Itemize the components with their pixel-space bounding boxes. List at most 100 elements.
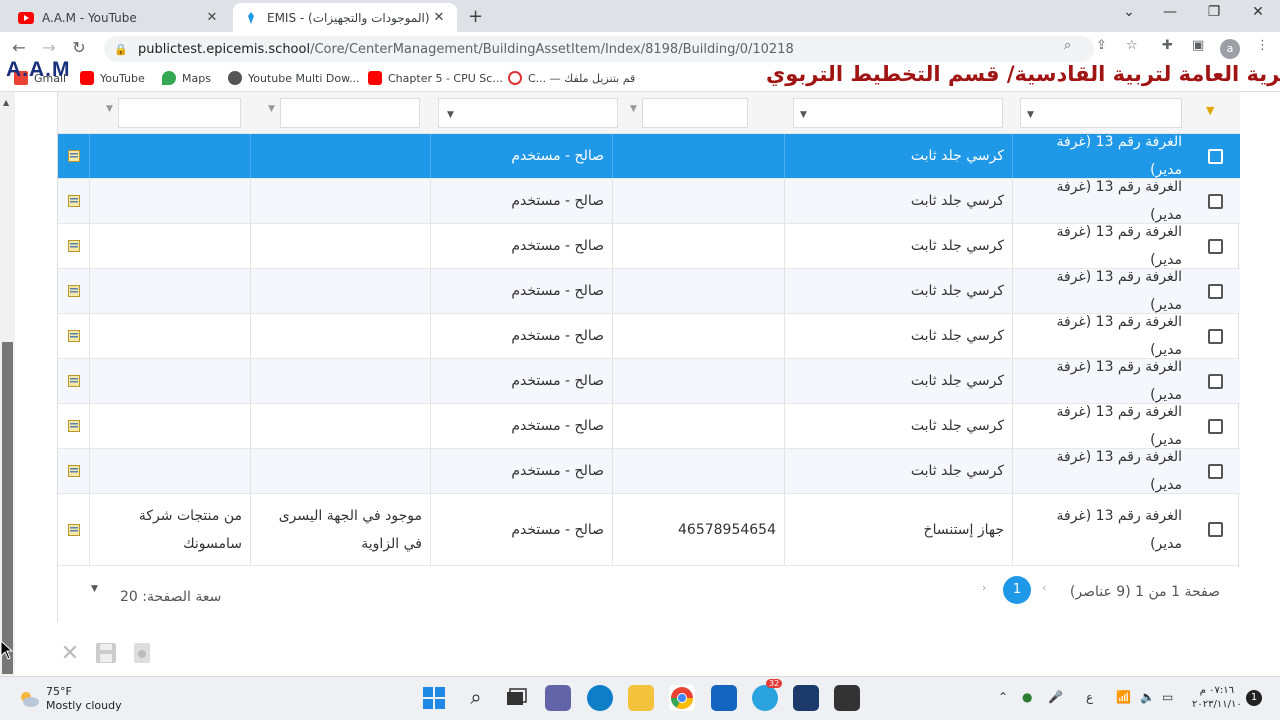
table-row[interactable]: الغرفة رقم 13 (غرفة مدير) جهاز إستنساخ 465… — [58, 494, 1240, 566]
tab-emis[interactable]: EMIS - (الموجودات والتجهيزات) ول... ✕ — [233, 3, 457, 32]
volume-icon[interactable]: 🔈 — [1140, 690, 1155, 704]
bookmark-youtube-multi[interactable]: Youtube Multi Dow... — [228, 71, 360, 85]
bookmark-chapter5[interactable]: Chapter 5 - CPU Sc... — [368, 71, 503, 85]
row-checkbox[interactable] — [1190, 134, 1240, 178]
edit-row-icon[interactable] — [58, 134, 89, 178]
close-tab-icon[interactable]: ✕ — [431, 10, 447, 25]
share-icon[interactable]: ⇪ — [1096, 38, 1107, 53]
page-button-1[interactable]: 1 — [1003, 576, 1031, 604]
filter-serial[interactable] — [642, 98, 748, 128]
row-checkbox[interactable] — [1190, 269, 1240, 313]
scrollbar-thumb[interactable] — [2, 342, 13, 674]
start-button[interactable] — [421, 685, 447, 711]
row-checkbox[interactable] — [1190, 359, 1240, 403]
reload-button[interactable]: ↻ — [68, 38, 90, 57]
edge-icon[interactable] — [587, 685, 613, 711]
edit-row-icon[interactable] — [58, 314, 89, 358]
tray-chevron-icon[interactable]: ⌃ — [998, 690, 1008, 704]
filter-location[interactable]: ▼ — [1020, 98, 1182, 128]
new-tab-button[interactable]: + — [468, 6, 483, 27]
edit-row-icon[interactable] — [58, 359, 89, 403]
row-checkbox[interactable] — [1190, 494, 1240, 565]
filter-funnel-icon[interactable]: ▼ — [268, 104, 275, 114]
weather-temp: 75°F — [46, 685, 72, 698]
language-indicator[interactable]: ع — [1086, 690, 1093, 704]
cell-location: الغرفة رقم 13 (غرفة مدير) — [1012, 359, 1190, 403]
bookmark-download[interactable]: C... — قم بتنزيل ملفك — [508, 71, 635, 85]
tab-search-icon[interactable]: ⌄ — [1119, 4, 1139, 20]
notification-badge[interactable]: 1 — [1246, 690, 1262, 706]
edit-row-icon[interactable] — [58, 449, 89, 493]
close-tab-icon[interactable]: ✕ — [204, 10, 220, 25]
task-view-icon[interactable] — [502, 685, 528, 711]
youtube-icon — [368, 71, 382, 85]
page-size-caret-icon[interactable]: ▼ — [91, 584, 98, 594]
weather-widget[interactable]: 75°F Mostly cloudy — [18, 685, 122, 713]
page-scrollbar[interactable]: ▲ — [0, 92, 15, 676]
cell-notes — [250, 134, 430, 178]
teams-icon[interactable] — [545, 685, 571, 711]
scroll-up-arrow-icon[interactable]: ▲ — [3, 98, 9, 107]
chrome-icon[interactable] — [669, 685, 695, 711]
filter-funnel-icon[interactable]: ▼ — [630, 104, 637, 114]
wifi-icon[interactable]: 📶 — [1116, 690, 1131, 704]
filter-extra[interactable] — [118, 98, 241, 128]
battery-icon[interactable]: ▭ — [1162, 690, 1173, 704]
cell-serial — [612, 224, 784, 268]
row-checkbox[interactable] — [1190, 179, 1240, 223]
cell-item: كرسي جلد ثابت — [784, 224, 1012, 268]
prev-page-icon[interactable]: › — [982, 581, 986, 594]
filter-status[interactable]: ▼ — [438, 98, 618, 128]
tab-youtube[interactable]: A.A.M - YouTube ✕ — [8, 3, 230, 32]
security-icon[interactable]: ● — [1022, 690, 1032, 704]
bookmark-youtube[interactable]: YouTube — [80, 71, 145, 85]
page-size-display[interactable]: سعة الصفحة: 20 — [120, 589, 221, 605]
row-checkbox[interactable] — [1190, 314, 1240, 358]
clock[interactable]: ٠٧:١٦ م ٢٠٢٣/١١/١٠ — [1192, 684, 1242, 712]
store-icon[interactable] — [711, 685, 737, 711]
telegram-icon[interactable]: 32 — [752, 679, 783, 711]
maximize-button[interactable]: ❐ — [1204, 4, 1224, 20]
profile-avatar[interactable]: a — [1220, 39, 1240, 59]
filter-clear-icon[interactable]: ▼ — [1206, 104, 1214, 117]
bookmark-maps[interactable]: Maps — [162, 71, 211, 85]
cell-notes — [250, 314, 430, 358]
edit-row-icon[interactable] — [58, 404, 89, 448]
row-checkbox[interactable] — [1190, 449, 1240, 493]
cell-notes — [250, 404, 430, 448]
edit-row-icon[interactable] — [58, 179, 89, 223]
forward-button[interactable]: → — [38, 38, 60, 57]
dropdown-caret-icon[interactable]: ▼ — [447, 110, 454, 120]
row-checkbox[interactable] — [1190, 404, 1240, 448]
filter-notes[interactable] — [280, 98, 420, 128]
minimize-button[interactable]: — — [1160, 4, 1180, 20]
side-panel-icon[interactable]: ▣ — [1192, 38, 1204, 53]
dropdown-caret-icon[interactable]: ▼ — [1027, 110, 1034, 120]
print-icon[interactable] — [130, 642, 154, 666]
dropdown-caret-icon[interactable]: ▼ — [800, 110, 807, 120]
row-checkbox[interactable] — [1190, 224, 1240, 268]
app-icon[interactable] — [793, 685, 819, 711]
back-button[interactable]: ← — [8, 38, 30, 57]
address-bar[interactable]: 🔒 publictest.epicemis.school/Core/Center… — [104, 36, 1094, 62]
cell-extra — [89, 449, 250, 493]
edit-row-icon[interactable] — [58, 224, 89, 268]
search-icon[interactable]: ⌕ — [463, 685, 489, 711]
menu-icon[interactable]: ⋮ — [1256, 38, 1269, 53]
microphone-icon[interactable]: 🎤 — [1048, 690, 1063, 704]
save-icon[interactable] — [94, 642, 118, 666]
cancel-icon[interactable]: ✕ — [58, 642, 82, 666]
extensions-icon[interactable]: ✚ — [1162, 38, 1173, 53]
file-explorer-icon[interactable] — [628, 685, 654, 711]
close-window-button[interactable]: ✕ — [1248, 4, 1268, 20]
zoom-icon[interactable]: ⌕ — [1064, 38, 1071, 53]
edit-row-icon[interactable] — [58, 494, 89, 565]
cell-item: كرسي جلد ثابت — [784, 359, 1012, 403]
camera-app-icon[interactable] — [834, 685, 860, 711]
edit-row-icon[interactable] — [58, 269, 89, 313]
next-page-icon[interactable]: ‹ — [1042, 581, 1046, 594]
table-row[interactable]: الغرفة رقم 13 (غرفة مدير) كرسي جلد ثابت صا… — [58, 449, 1240, 494]
filter-item[interactable]: ▼ — [793, 98, 1003, 128]
filter-funnel-icon[interactable]: ▼ — [106, 104, 113, 114]
bookmark-star-icon[interactable]: ☆ — [1126, 38, 1138, 53]
